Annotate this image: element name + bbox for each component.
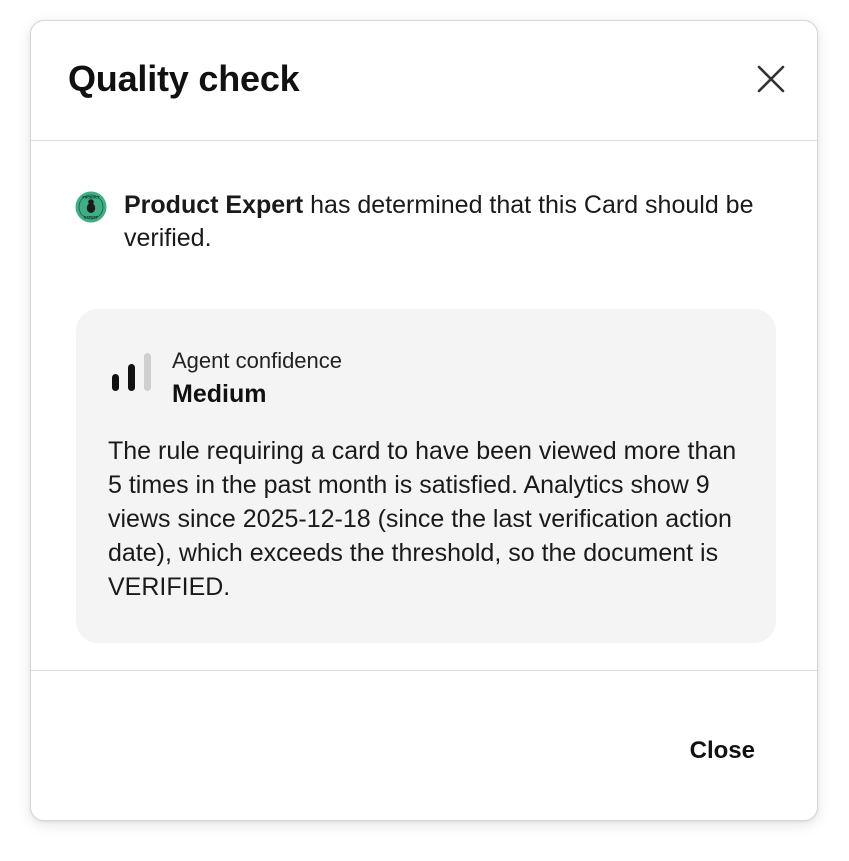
expert-message: Product Expert has determined that this … [124,189,784,255]
avatar-text-top: PRODUCT [82,196,100,200]
avatar-text-bottom: EXPERT [84,216,98,220]
close-icon[interactable] [755,63,787,95]
signal-bars-icon [112,353,151,391]
close-button[interactable]: Close [688,731,757,771]
reasoning-text: The rule requiring a card to have been v… [108,437,737,601]
confidence-card: Agent confidence Medium The rule requiri… [76,309,776,643]
dialog-footer: Close [31,671,817,821]
quality-check-dialog: Quality check PRODUCT EXPERT Product Exp… [30,20,818,821]
dialog-title: Quality check [68,58,300,99]
dialog-body: PRODUCT EXPERT Product Expert has determ… [31,141,817,671]
product-expert-badge-icon: PRODUCT EXPERT [75,191,107,223]
confidence-label: Agent confidence [172,348,343,373]
expert-name: Product Expert [124,191,304,219]
confidence-value: Medium [172,380,267,408]
dialog-header: Quality check [31,21,817,141]
